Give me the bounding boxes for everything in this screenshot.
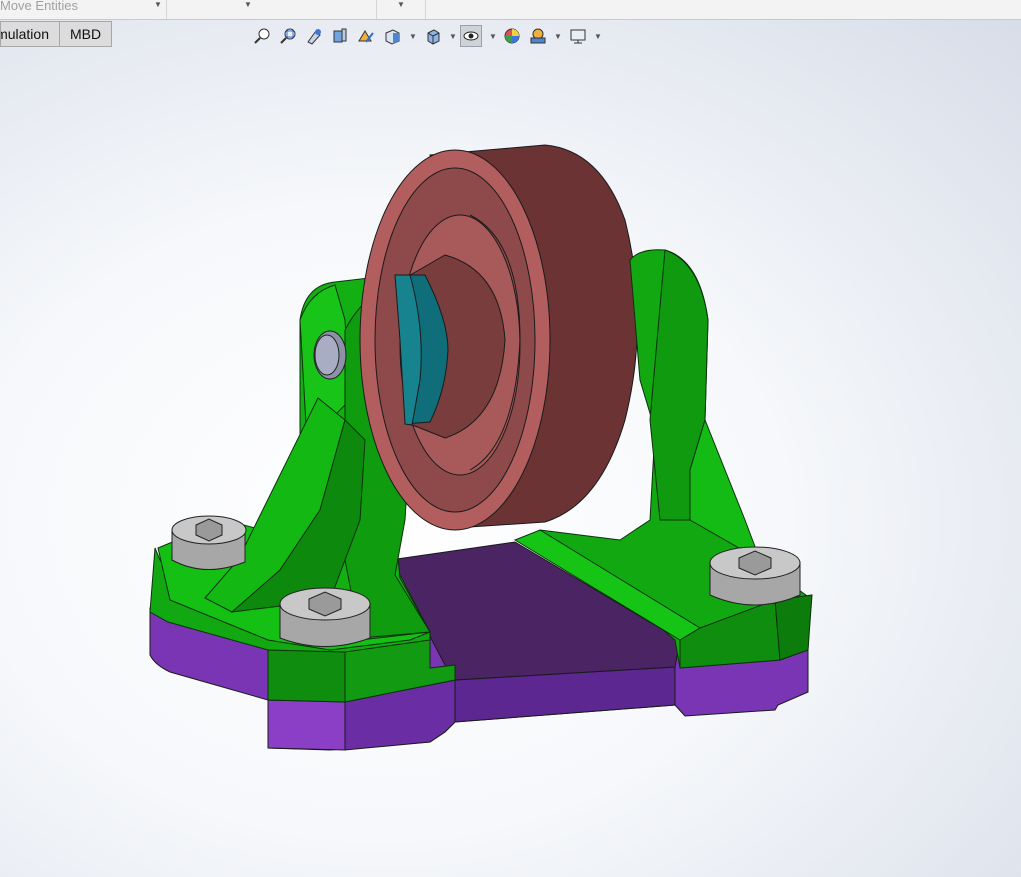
command-separator: [425, 0, 426, 19]
graphics-viewport[interactable]: Move Entities ▼ ▼ ▼ Simulation MBD ▼: [0, 0, 1021, 877]
bolt-rear-left: [171, 515, 247, 571]
apply-scene-dropdown-icon[interactable]: ▼: [554, 32, 562, 41]
view-orientation-icon[interactable]: [381, 25, 403, 47]
axle-cap: [313, 330, 347, 380]
view-settings-icon[interactable]: [567, 25, 589, 47]
hide-show-dropdown-icon[interactable]: ▼: [489, 32, 497, 41]
command-separator: [376, 0, 377, 19]
hide-show-items-icon[interactable]: [460, 25, 482, 47]
display-style-icon[interactable]: [422, 25, 444, 47]
zoom-to-fit-icon[interactable]: [251, 25, 273, 47]
edit-appearance-icon[interactable]: [501, 25, 523, 47]
bolt-right: [709, 546, 801, 606]
view-orientation-dropdown-icon[interactable]: ▼: [409, 32, 417, 41]
tab-simulation[interactable]: Simulation: [0, 21, 60, 47]
tab-mbd[interactable]: MBD: [59, 21, 113, 47]
section-view-icon[interactable]: [329, 25, 351, 47]
view-settings-dropdown-icon[interactable]: ▼: [594, 32, 602, 41]
command-separator: [166, 0, 167, 19]
apply-scene-icon[interactable]: [527, 25, 549, 47]
move-entities-dropdown-icon[interactable]: ▼: [154, 0, 162, 9]
previous-view-icon[interactable]: [303, 25, 325, 47]
command-manager-tabs: Simulation MBD: [0, 21, 113, 47]
command-dropdown-icon[interactable]: ▼: [244, 0, 252, 9]
display-style-dropdown-icon[interactable]: ▼: [449, 32, 457, 41]
command-dropdown-icon[interactable]: ▼: [397, 0, 405, 9]
bolt-front-left: [279, 587, 371, 647]
dynamic-annotation-icon[interactable]: [355, 25, 377, 47]
zoom-to-area-icon[interactable]: [277, 25, 299, 47]
command-bar: Move Entities ▼ ▼ ▼: [0, 0, 1021, 20]
3d-model-view[interactable]: [0, 0, 1021, 877]
move-entities-command[interactable]: Move Entities: [0, 0, 150, 19]
